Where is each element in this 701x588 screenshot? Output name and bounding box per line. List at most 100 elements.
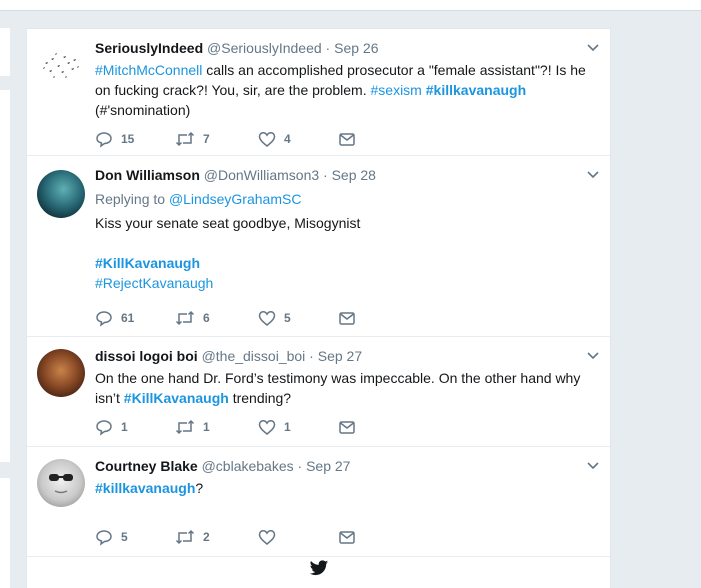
- separator: ·: [293, 458, 307, 474]
- left-column-card: [0, 28, 10, 76]
- reply-icon: [96, 132, 112, 148]
- tweet-actions: 5 2: [95, 527, 395, 547]
- direct-message-button[interactable]: [338, 308, 356, 328]
- birds-avatar-icon: [43, 53, 79, 78]
- tweet[interactable]: Don Williamson @DonWilliamson3 · Sep 28 …: [27, 156, 610, 337]
- direct-message-button[interactable]: [338, 129, 356, 149]
- like-icon: [258, 132, 276, 147]
- retweet-icon: [175, 310, 195, 326]
- tweet-text: On the one hand Dr. Ford’s testimony was…: [95, 368, 597, 408]
- tweet-actions: 15 7 4: [95, 129, 395, 149]
- reply-count: 61: [121, 311, 135, 325]
- tweet-date[interactable]: Sep 26: [334, 40, 378, 56]
- display-name[interactable]: Courtney Blake: [95, 458, 198, 474]
- like-button[interactable]: 1: [258, 417, 291, 437]
- mention-link[interactable]: @LindseyGrahamSC: [169, 191, 302, 207]
- tweet-text-segment: Kiss your senate seat goodbye, Misogynis…: [95, 215, 361, 231]
- reply-icon: [96, 311, 112, 327]
- tweet-timeline: SeriouslyIndeed @SeriouslyIndeed · Sep 2…: [26, 28, 611, 588]
- twitter-bird-icon[interactable]: [309, 560, 329, 577]
- tweet[interactable]: Courtney Blake @cblakebakes · Sep 27 #ki…: [27, 447, 610, 557]
- retweet-button[interactable]: 1: [175, 417, 210, 437]
- retweet-icon: [175, 131, 195, 147]
- tweet-text: #MitchMcConnell calls an accomplished pr…: [95, 60, 597, 120]
- like-icon: [258, 311, 276, 326]
- tweet-text-segment: isn’t: [95, 390, 124, 406]
- like-icon: [258, 530, 276, 545]
- separator: ·: [321, 40, 335, 56]
- tweet-actions: 1 1 1: [95, 417, 395, 437]
- display-name[interactable]: Don Williamson: [95, 167, 200, 183]
- tweet-text: #killkavanaugh?: [95, 478, 597, 498]
- reply-icon: [96, 420, 112, 436]
- retweet-count: 7: [203, 132, 210, 146]
- avatar[interactable]: [37, 170, 85, 218]
- user-handle[interactable]: @the_dissoi_boi: [202, 348, 306, 364]
- chevron-down-icon[interactable]: [586, 351, 600, 361]
- tweet-text-segment: trending?: [228, 390, 292, 406]
- reply-count: 15: [121, 132, 135, 146]
- retweet-count: 2: [203, 530, 210, 544]
- reply-count: 5: [121, 530, 128, 544]
- tweet-text-segment: on fucking crack?! You, sir, are the pro…: [95, 82, 371, 98]
- hashtag-link[interactable]: #KillKavanaugh: [95, 255, 200, 271]
- like-button[interactable]: [258, 527, 284, 547]
- like-count: 5: [284, 311, 291, 325]
- reply-button[interactable]: 61: [95, 308, 134, 328]
- tweet-text-segment: (#'snomination): [95, 102, 191, 118]
- like-icon: [258, 420, 276, 435]
- tweet[interactable]: SeriouslyIndeed @SeriouslyIndeed · Sep 2…: [27, 29, 610, 156]
- like-button[interactable]: 5: [258, 308, 291, 328]
- tweet-actions: 61 6 5: [95, 308, 395, 328]
- hashtag-link[interactable]: #KillKavanaugh: [124, 390, 229, 406]
- separator: ·: [319, 167, 332, 183]
- avatar[interactable]: [37, 41, 85, 89]
- separator: ·: [305, 348, 318, 364]
- hashtag-link[interactable]: #sexism: [371, 82, 422, 98]
- avatar[interactable]: [37, 459, 85, 507]
- retweet-button[interactable]: 6: [175, 308, 210, 328]
- reply-button[interactable]: 15: [95, 129, 134, 149]
- message-icon: [339, 133, 355, 146]
- user-handle[interactable]: @SeriouslyIndeed: [207, 40, 322, 56]
- hashtag-link[interactable]: #RejectKavanaugh: [95, 275, 213, 291]
- reply-icon: [96, 530, 112, 546]
- tweet-date[interactable]: Sep 27: [318, 348, 362, 364]
- replying-to-label: Replying to: [95, 191, 169, 207]
- retweet-button[interactable]: 2: [175, 527, 210, 547]
- reply-button[interactable]: 5: [95, 527, 128, 547]
- tweet-text-segment: calls an accomplished prosecutor a "fema…: [202, 62, 586, 78]
- left-column-card: [0, 478, 10, 588]
- direct-message-button[interactable]: [338, 417, 356, 437]
- tweet-date[interactable]: Sep 27: [306, 458, 350, 474]
- display-name[interactable]: dissoi logoi boi: [95, 348, 198, 364]
- chevron-down-icon[interactable]: [586, 43, 600, 53]
- top-navigation-bar: [0, 0, 701, 11]
- retweet-count: 6: [203, 311, 210, 325]
- retweet-count: 1: [203, 420, 210, 434]
- user-handle[interactable]: @cblakebakes: [202, 458, 294, 474]
- reply-count: 1: [121, 420, 128, 434]
- chevron-down-icon[interactable]: [586, 461, 600, 471]
- message-icon: [339, 531, 355, 544]
- tweet[interactable]: dissoi logoi boi @the_dissoi_boi · Sep 2…: [27, 337, 610, 447]
- chevron-down-icon[interactable]: [586, 170, 600, 180]
- display-name[interactable]: SeriouslyIndeed: [95, 40, 203, 56]
- reply-button[interactable]: 1: [95, 417, 128, 437]
- retweet-button[interactable]: 7: [175, 129, 210, 149]
- retweet-icon: [175, 529, 195, 545]
- direct-message-button[interactable]: [338, 527, 356, 547]
- hashtag-link[interactable]: #killkavanaugh: [426, 82, 526, 98]
- avatar[interactable]: [37, 349, 85, 397]
- user-handle[interactable]: @DonWilliamson3: [204, 167, 319, 183]
- left-column-card: [0, 90, 10, 462]
- tweet-text-segment: ?: [195, 480, 204, 496]
- like-button[interactable]: 4: [258, 129, 291, 149]
- replying-to: Replying to @LindseyGrahamSC: [95, 189, 597, 209]
- message-icon: [339, 312, 355, 325]
- like-count: 4: [284, 132, 291, 146]
- tweet-text-segment: On the one hand Dr. Ford’s testimony was…: [95, 370, 581, 386]
- hashtag-link[interactable]: #MitchMcConnell: [95, 62, 202, 78]
- hashtag-link[interactable]: #killkavanaugh: [95, 480, 195, 496]
- tweet-date[interactable]: Sep 28: [332, 167, 376, 183]
